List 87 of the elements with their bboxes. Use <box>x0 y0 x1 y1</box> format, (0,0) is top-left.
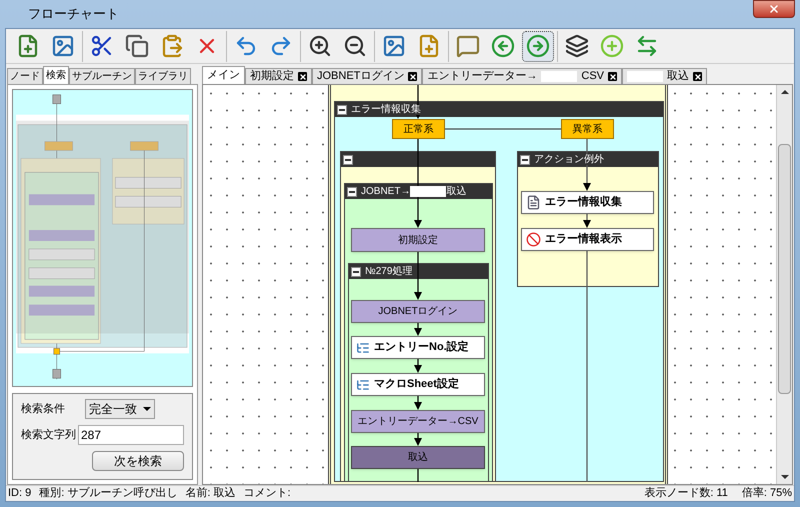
vertical-scrollbar[interactable] <box>776 85 792 484</box>
layers-icon <box>565 34 589 58</box>
list-icon <box>356 340 370 354</box>
comment-icon <box>456 34 480 58</box>
branch-node[interactable]: 正常系 <box>392 119 445 139</box>
flow-line <box>417 469 419 482</box>
flow-arrow <box>414 252 422 300</box>
scroll-up-icon[interactable] <box>780 90 788 94</box>
group-title: エラー情報収集 <box>351 104 423 114</box>
arrow-left-right-icon <box>635 34 659 58</box>
node-label: エラー情報収集 <box>545 194 622 210</box>
prohibit-icon <box>526 232 541 247</box>
image-icon <box>382 34 406 58</box>
arrow-right-icon <box>526 34 550 58</box>
panel-tab[interactable]: 検索 <box>43 66 69 84</box>
flow-arrow <box>414 359 422 373</box>
redaction-block <box>627 71 664 82</box>
status-text: コメント: <box>243 486 291 502</box>
toolbar-button[interactable] <box>522 30 554 62</box>
action-node[interactable]: エントリーNo.設定 <box>351 336 485 359</box>
close-button[interactable] <box>753 0 795 18</box>
undo-icon <box>234 34 258 58</box>
subroutine-node[interactable]: JOBNETログイン <box>351 300 485 323</box>
close-tab-icon[interactable] <box>608 72 618 81</box>
scroll-thumb[interactable] <box>778 144 791 394</box>
redaction-block <box>410 186 446 197</box>
document-tab[interactable]: エントリーデーター→ CSV <box>422 68 622 84</box>
document-tab[interactable]: メイン <box>202 66 245 84</box>
collapse-icon[interactable] <box>520 154 530 164</box>
document-tab[interactable]: 初期設定 <box>245 68 312 84</box>
close-icon <box>768 3 780 15</box>
panel-tab[interactable]: サブルーチン <box>69 68 135 84</box>
collapse-icon[interactable] <box>347 186 357 196</box>
flow-arrow <box>414 396 422 410</box>
condition-label: 検索条件 <box>21 402 66 417</box>
file-plus-icon <box>16 34 40 58</box>
action-node[interactable]: エラー情報表示 <box>521 228 654 251</box>
node-label: エラー情報表示 <box>545 232 622 248</box>
find-next-button[interactable]: 次を検索 <box>92 451 184 471</box>
status-text: ID: 9 <box>8 486 32 502</box>
arrow-left-icon <box>491 34 515 58</box>
document-icon <box>526 195 541 210</box>
redo-icon <box>269 34 293 58</box>
clipboard-icon <box>160 34 184 58</box>
plus-circle-icon <box>600 34 624 58</box>
panel-tab[interactable]: ノード <box>7 68 43 84</box>
copy-icon <box>125 34 149 58</box>
subroutine-node[interactable]: 取込 <box>351 446 485 469</box>
collapse-icon[interactable] <box>343 154 353 164</box>
subroutine-node[interactable]: エントリーデーター→CSV <box>351 410 485 433</box>
search-text-field[interactable]: 287 <box>78 425 184 445</box>
branch-node[interactable]: 異常系 <box>561 119 614 139</box>
window-title: フローチャート <box>28 5 119 24</box>
flow-arrow <box>583 214 591 228</box>
document-tab[interactable]: JOBNETログイン <box>312 68 422 84</box>
node-label: エントリーNo.設定 <box>374 340 469 356</box>
zoom-out-icon <box>343 34 367 58</box>
image-icon <box>51 34 75 58</box>
dropdown-caret-icon <box>143 407 151 411</box>
close-tab-icon[interactable] <box>693 72 702 81</box>
status-text: 倍率: 75% <box>742 486 792 502</box>
redaction-block <box>541 71 578 82</box>
collapse-icon[interactable] <box>337 104 347 114</box>
status-text: 種別: サブルーチン呼び出し <box>39 486 178 502</box>
status-text: 名前: 取込 <box>185 486 236 502</box>
action-node[interactable]: マクロSheet設定 <box>351 373 485 396</box>
action-node[interactable]: エラー情報収集 <box>521 191 654 214</box>
close-tab-icon[interactable] <box>408 72 418 81</box>
document-tab[interactable]: 取込 <box>622 68 708 84</box>
scissors-icon <box>90 34 114 58</box>
group-title: №279処理 <box>365 266 414 276</box>
file-plus-icon <box>417 34 441 58</box>
condition-dropdown[interactable]: 完全一致 <box>85 399 155 419</box>
flow-arrow <box>414 323 422 336</box>
zoom-in-icon <box>308 34 332 58</box>
close-tab-icon[interactable] <box>298 72 307 81</box>
node-label: マクロSheet設定 <box>374 376 459 392</box>
group-title: JOBNET→ 取込 <box>361 186 468 198</box>
list-icon <box>356 378 370 392</box>
group-title: アクション例外 <box>534 154 606 164</box>
subroutine-node[interactable]: 初期設定 <box>351 228 485 252</box>
panel-tab[interactable]: ライブラリ <box>135 68 191 84</box>
flow-arrow <box>414 433 422 446</box>
collapse-icon[interactable] <box>351 266 361 276</box>
search-text-label: 検索文字列 <box>21 428 76 443</box>
status-text: 表示ノード数: 11 <box>644 486 728 502</box>
scroll-down-icon[interactable] <box>780 475 788 479</box>
